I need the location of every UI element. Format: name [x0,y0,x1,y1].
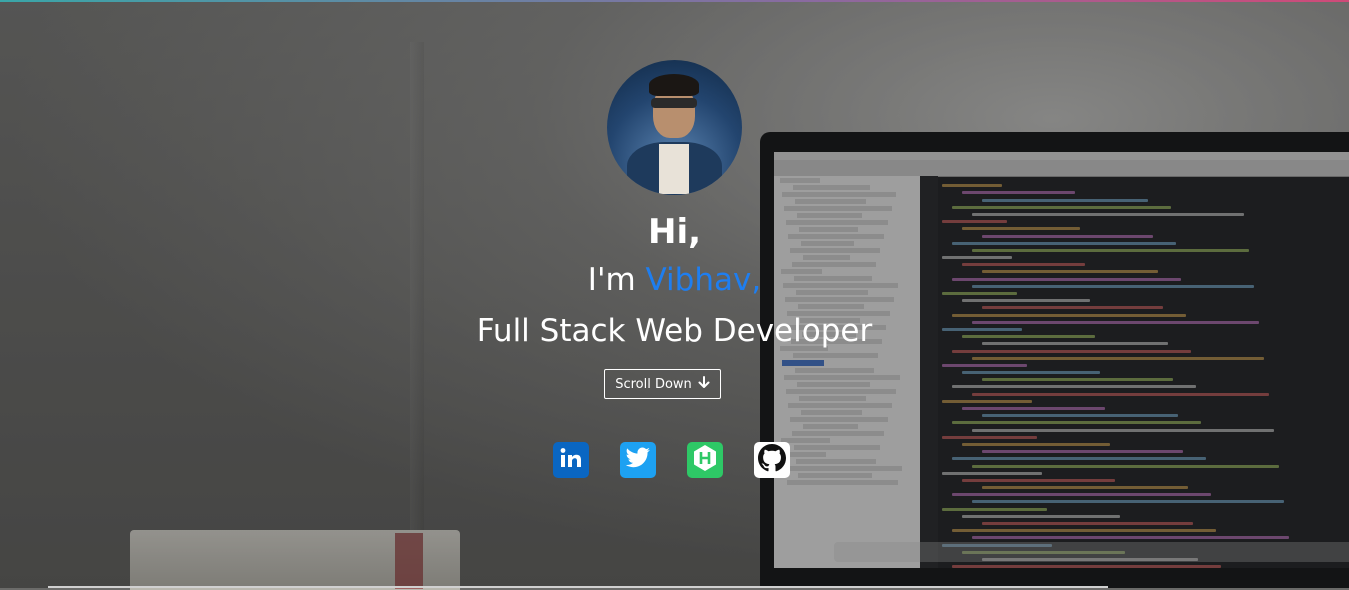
avatar-sunglasses [651,98,697,108]
hackerrank-link[interactable] [687,442,723,478]
arrow-down-icon [698,375,710,393]
hackerrank-icon [692,444,718,476]
profile-avatar [607,60,742,195]
linkedin-icon [558,445,584,475]
twitter-link[interactable] [620,442,656,478]
linkedin-link[interactable] [553,442,589,478]
avatar-hair [649,74,699,96]
github-link[interactable] [754,442,790,478]
role-title: Full Stack Web Developer [476,313,873,349]
intro-prefix: I'm [587,262,646,298]
twitter-icon [625,446,651,474]
hero-content: Hi, I'm Vibhav, Full Stack Web Developer… [0,0,1349,588]
developer-name: Vibhav, [645,262,762,298]
github-icon [758,444,786,476]
scroll-down-label: Scroll Down [615,376,692,392]
greeting-text: Hi, [647,212,702,252]
intro-line: I'm Vibhav, [0,262,1349,298]
scroll-down-button[interactable]: Scroll Down [604,369,721,399]
avatar-tee [659,144,689,194]
